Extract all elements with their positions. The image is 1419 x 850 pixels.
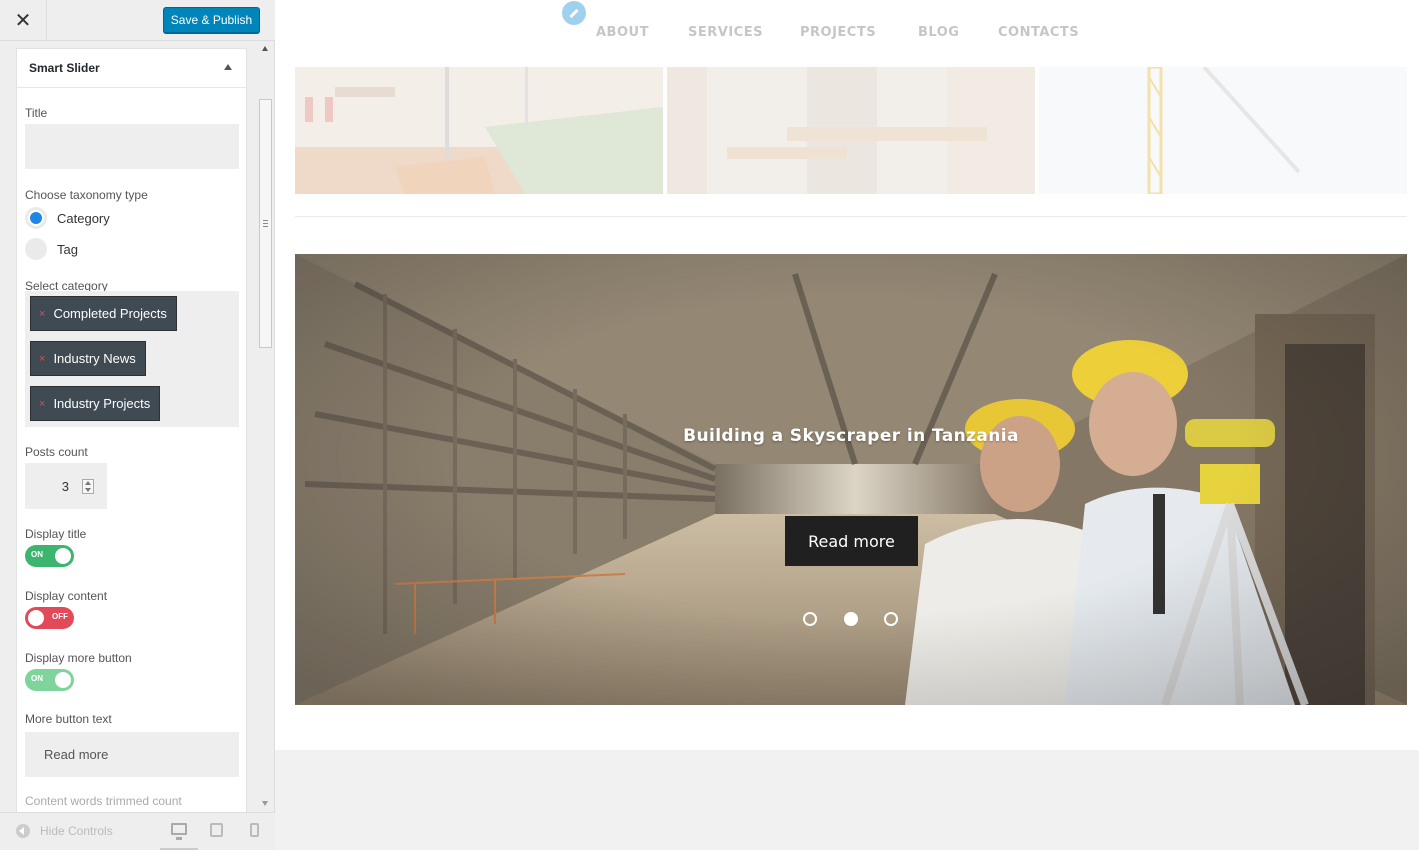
category-chip-industry-news[interactable]: × Industry News [30, 341, 146, 376]
hide-controls-label: Hide Controls [40, 824, 113, 838]
display-title-label: Display title [25, 527, 87, 541]
radio-unselected-icon[interactable] [25, 238, 47, 260]
nav-services[interactable]: SERVICES [688, 25, 763, 40]
spin-arrows-icon[interactable] [82, 478, 94, 494]
nav-projects[interactable]: PROJECTS [800, 25, 876, 40]
slide-background-image [295, 254, 1407, 705]
nav-contacts[interactable]: CONTACTS [998, 25, 1079, 40]
radio-category[interactable]: Category [25, 207, 110, 229]
scroll-down-icon[interactable] [262, 801, 268, 806]
customizer-footer: Hide Controls [0, 812, 275, 850]
smart-slider-section: Smart Slider Title Choose taxonomy type … [16, 48, 247, 812]
radio-category-label: Category [57, 210, 110, 226]
trim-count-label: Content words trimmed count [25, 794, 182, 808]
edit-shortcut-pencil-icon[interactable] [562, 1, 586, 25]
site-navigation: ABOUT SERVICES PROJECTS BLOG CONTACTS [275, 0, 1419, 66]
posts-count-value[interactable]: 3 [25, 479, 75, 494]
chip-label: Completed Projects [53, 306, 167, 321]
chip-label: Industry News [53, 351, 136, 366]
toggle-state: ON [31, 674, 43, 683]
toggle-knob [55, 548, 71, 564]
collapse-arrow-icon [16, 824, 30, 838]
title-label: Title [25, 106, 48, 120]
more-text-label: More button text [25, 712, 112, 726]
crane-image [1039, 67, 1407, 194]
tablet-preview-icon[interactable] [210, 823, 223, 837]
radio-tag[interactable]: Tag [25, 238, 78, 260]
section-header[interactable]: Smart Slider [17, 49, 246, 88]
toggle-knob [55, 672, 71, 688]
display-content-toggle[interactable]: OFF [25, 607, 74, 629]
office-image [295, 67, 663, 194]
radio-selected-icon[interactable] [25, 207, 47, 229]
category-multiselect[interactable]: × Completed Projects × Industry News × I… [25, 291, 239, 427]
display-more-toggle[interactable]: ON [25, 669, 74, 691]
smart-slider[interactable]: Building a Skyscraper in Tanzania Read m… [295, 254, 1407, 705]
customizer-topbar: ✕ Save & Publish [0, 0, 275, 41]
slide-read-more-button[interactable]: Read more [785, 516, 918, 566]
slider-dot-1[interactable] [803, 612, 817, 626]
controls-scroll-area: Smart Slider Title Choose taxonomy type … [0, 41, 275, 812]
hide-controls-button[interactable]: Hide Controls [16, 824, 113, 838]
sidebar-scrollbar[interactable] [257, 41, 274, 812]
display-content-label: Display content [25, 589, 108, 603]
section-title: Smart Slider [29, 61, 100, 75]
grip-icon [263, 220, 268, 227]
collapse-caret-icon[interactable] [224, 64, 232, 70]
slider-dot-2[interactable] [844, 612, 858, 626]
scroll-thumb[interactable] [259, 99, 272, 348]
project-thumbnail-crane[interactable] [1039, 67, 1407, 194]
posts-count-label: Posts count [25, 445, 88, 459]
site-preview: ABOUT SERVICES PROJECTS BLOG CONTACTS Bu… [275, 0, 1419, 850]
customizer-sidebar: ✕ Save & Publish Smart Slider Title Choo… [0, 0, 275, 850]
project-thumbnail-worker[interactable] [667, 67, 1035, 194]
title-input[interactable] [25, 124, 239, 169]
posts-count-stepper[interactable]: 3 [25, 463, 107, 509]
radio-tag-label: Tag [57, 241, 78, 257]
scroll-up-icon[interactable] [262, 46, 268, 51]
toggle-knob [28, 610, 44, 626]
slide-title: Building a Skyscraper in Tanzania [683, 426, 1019, 446]
desktop-preview-icon[interactable] [171, 823, 187, 840]
save-publish-button[interactable]: Save & Publish [163, 7, 260, 33]
worker-image [667, 67, 1035, 194]
section-divider [295, 216, 1407, 217]
nav-about[interactable]: ABOUT [596, 25, 649, 40]
remove-icon[interactable]: × [39, 308, 45, 320]
category-chip-industry-projects[interactable]: × Industry Projects [30, 386, 161, 421]
more-button-text-input[interactable]: Read more [25, 732, 239, 777]
remove-icon[interactable]: × [39, 353, 45, 365]
display-title-toggle[interactable]: ON [25, 545, 74, 567]
display-more-label: Display more button [25, 651, 132, 665]
toggle-state: ON [31, 550, 43, 559]
nav-blog[interactable]: BLOG [918, 25, 959, 40]
remove-icon[interactable]: × [39, 398, 45, 410]
close-customizer-button[interactable]: ✕ [0, 0, 47, 41]
slider-dot-3[interactable] [884, 612, 898, 626]
mobile-preview-icon[interactable] [250, 823, 259, 837]
chip-label: Industry Projects [53, 396, 151, 411]
toggle-state: OFF [52, 612, 68, 621]
project-thumbnail-office[interactable] [295, 67, 663, 194]
preview-page: ABOUT SERVICES PROJECTS BLOG CONTACTS Bu… [275, 0, 1419, 750]
category-chip-completed-projects[interactable]: × Completed Projects [30, 296, 177, 331]
taxonomy-label: Choose taxonomy type [25, 188, 148, 202]
